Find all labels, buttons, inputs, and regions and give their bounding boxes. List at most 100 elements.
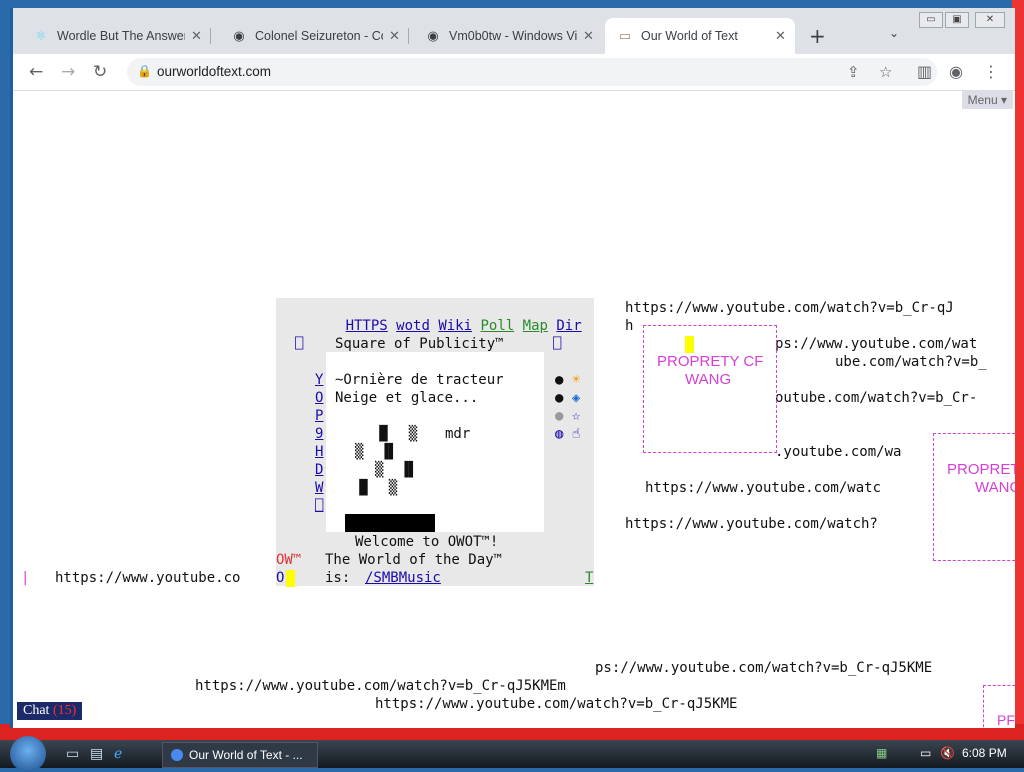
- react-icon: ⚛: [35, 28, 47, 43]
- close-tab-icon[interactable]: ✕: [389, 28, 400, 44]
- wotd-link[interactable]: /SMBMusic: [365, 569, 441, 587]
- side-panel-icon[interactable]: ▥: [917, 62, 932, 81]
- lock-icon[interactable]: 🔒: [137, 64, 152, 78]
- side-letter[interactable]: Y: [315, 371, 323, 389]
- maximize-icon[interactable]: ▣: [945, 12, 969, 28]
- chat-label: Chat: [23, 703, 50, 718]
- side-letter-link[interactable]: D: [315, 462, 323, 478]
- youtube-url: https://www.youtube.com/watch?v=b_Cr-qJ: [625, 300, 954, 316]
- scroll-icon: ▭: [618, 28, 632, 43]
- close-tab-icon[interactable]: ✕: [775, 28, 786, 44]
- diamond-icon[interactable]: ● ◈: [555, 389, 580, 407]
- property-box: [933, 433, 1015, 561]
- clock[interactable]: 6:08 PM: [962, 746, 1007, 760]
- switch-windows-icon[interactable]: ▤: [90, 746, 103, 762]
- square-line-2: Neige et glace...: [335, 390, 479, 406]
- t-link[interactable]: T: [585, 569, 593, 587]
- wotd-is: is:: [325, 570, 351, 586]
- tab-strip: ⚛ Wordle But The Answer ✕ ◉ Colonel Seiz…: [13, 8, 1015, 54]
- link-map[interactable]: Map: [523, 318, 548, 334]
- youtube-url: ps://www.youtube.com/watch?v=b_Cr-qJ5KME: [595, 660, 933, 676]
- world-canvas[interactable]: Menu ▾ HTTPS wotd Wiki Poll Map Dir ⎕ Sq…: [13, 91, 1015, 728]
- link-wiki[interactable]: Wiki: [438, 318, 472, 334]
- network-icon[interactable]: ▦: [876, 746, 887, 760]
- link-https[interactable]: HTTPS: [346, 318, 388, 334]
- sun-icon[interactable]: ● ☀: [555, 371, 580, 389]
- menu-label: Menu: [967, 93, 998, 107]
- tab-title: Vm0b0tw - Windows Vi: [449, 29, 577, 43]
- youtube-url: ube.com/watch?v=b_: [835, 354, 987, 370]
- side-letter-link[interactable]: O: [315, 390, 323, 406]
- block-art: ▐▌ ▒: [375, 426, 418, 442]
- close-window-icon[interactable]: ✕: [975, 12, 1005, 28]
- youtube-url: ps://www.youtube.com/wat: [775, 336, 978, 352]
- taskbar: ▭ ▤ ℯ Our World of Text - ... ▦ ▭ 🔇 6:08…: [0, 736, 1024, 772]
- youtube-url: h: [625, 318, 634, 334]
- new-tab-icon[interactable]: +: [809, 24, 826, 48]
- tab-search-icon[interactable]: ⌄: [889, 26, 899, 40]
- browser-window: ⚛ Wordle But The Answer ✕ ◉ Colonel Seiz…: [10, 8, 1015, 728]
- side-letter-link[interactable]: H: [315, 444, 323, 460]
- share-icon[interactable]: ⇪: [847, 63, 860, 81]
- show-desktop-icon[interactable]: ▭: [66, 746, 79, 762]
- taskbar-chrome-window[interactable]: Our World of Text - ...: [162, 742, 318, 768]
- close-tab-icon[interactable]: ✕: [583, 28, 594, 44]
- side-letter-link[interactable]: ⎕: [315, 498, 323, 514]
- side-letter-link[interactable]: 9: [315, 426, 323, 442]
- tab-wordle[interactable]: ⚛ Wordle But The Answer ✕: [21, 18, 211, 54]
- side-letter[interactable]: H: [315, 443, 323, 461]
- cursor-line: |: [21, 570, 30, 586]
- side-letter-link[interactable]: Y: [315, 372, 323, 388]
- minimize-icon[interactable]: ▭: [919, 12, 943, 28]
- bookmark-star-icon[interactable]: ☆: [879, 63, 892, 81]
- profile-icon[interactable]: ◉: [949, 62, 963, 81]
- youtube-url: https://www.youtube.com/watch?: [625, 516, 878, 532]
- link-wotd[interactable]: wotd: [396, 318, 430, 334]
- link-poll[interactable]: Poll: [480, 318, 514, 334]
- tab-vm0b0tw[interactable]: ◉ Vm0b0tw - Windows Vi ✕: [413, 18, 603, 54]
- property-box: [643, 325, 777, 453]
- start-button[interactable]: [10, 736, 46, 772]
- property-label-2: PROPRET: [947, 461, 1015, 478]
- square-right-icon[interactable]: ⎕: [553, 335, 561, 353]
- property-label-3: PF: [997, 712, 1015, 728]
- side-letter[interactable]: 9: [315, 425, 323, 443]
- chat-button[interactable]: Chat (15): [17, 702, 83, 720]
- tab-colonel[interactable]: ◉ Colonel Seizureton - Co ✕: [219, 18, 409, 54]
- tab-our-world-of-text[interactable]: ▭ Our World of Text ✕: [605, 18, 795, 54]
- youtube-url: https://www.youtube.com/watch?v=b_Cr-qJ5…: [375, 696, 738, 712]
- square-left-icon[interactable]: ⎕: [295, 335, 303, 353]
- side-letter[interactable]: ⎕: [315, 497, 323, 515]
- side-letter[interactable]: O: [315, 389, 323, 407]
- display-icon[interactable]: ▭: [920, 746, 931, 760]
- side-letter-link[interactable]: P: [315, 408, 323, 424]
- youtube-url: https://www.youtube.com/watch?v=b_Cr-qJ5…: [195, 678, 566, 694]
- owot-menu-button[interactable]: Menu ▾: [961, 91, 1013, 109]
- kebab-menu-icon[interactable]: ⋮: [983, 62, 999, 81]
- star-icon[interactable]: ● ☆: [555, 407, 580, 425]
- github-icon: ◉: [233, 28, 245, 43]
- youtube-url-left: https://www.youtube.co: [55, 570, 241, 586]
- address-bar[interactable]: 🔒 ourworldoftext.com ⇪ ☆: [127, 58, 937, 86]
- yellow-cursor: [685, 336, 694, 353]
- link-dir[interactable]: Dir: [556, 318, 581, 334]
- chrome-icon: [171, 749, 183, 761]
- block-art: ▒ ▐▌: [375, 462, 418, 478]
- forward-icon[interactable]: →: [61, 62, 75, 82]
- back-icon[interactable]: ←: [29, 62, 43, 82]
- globe-icon[interactable]: ◍ ☝: [555, 425, 580, 443]
- url-text[interactable]: ourworldoftext.com: [157, 64, 271, 79]
- github-icon: ◉: [427, 28, 439, 43]
- reload-icon[interactable]: ↻: [93, 62, 107, 82]
- volume-muted-icon[interactable]: 🔇: [940, 746, 955, 760]
- youtube-url: .youtube.com/wa: [775, 444, 902, 460]
- tab-title: Our World of Text: [641, 29, 738, 43]
- close-tab-icon[interactable]: ✕: [191, 28, 202, 44]
- side-letter[interactable]: W: [315, 479, 323, 497]
- internet-explorer-icon[interactable]: ℯ: [114, 746, 122, 762]
- taskbar-window-label: Our World of Text - ...: [189, 748, 303, 762]
- side-letter[interactable]: P: [315, 407, 323, 425]
- square-title: Square of Publicity™: [335, 336, 504, 352]
- side-letter-link[interactable]: W: [315, 480, 323, 496]
- side-letter[interactable]: D: [315, 461, 323, 479]
